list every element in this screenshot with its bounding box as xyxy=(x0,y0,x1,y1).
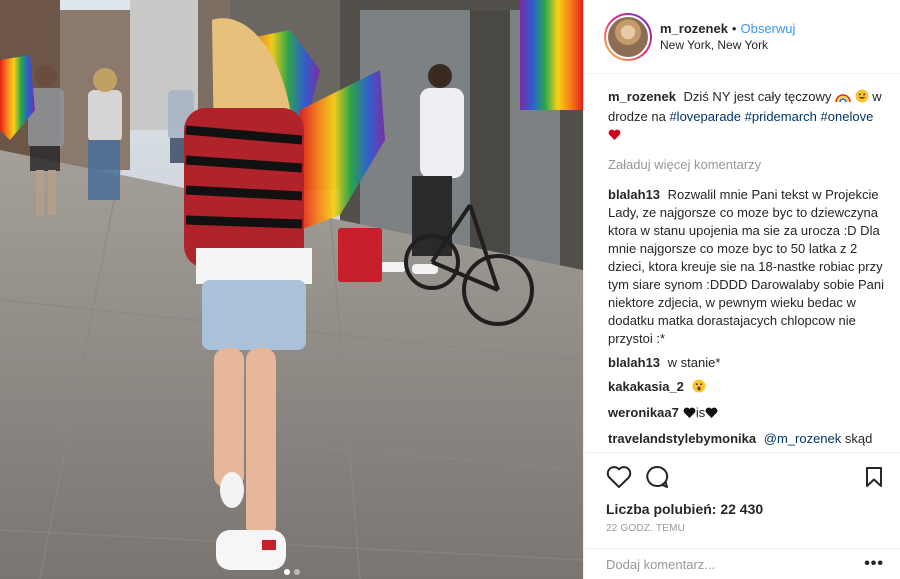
comment-username[interactable]: weronikaa7 xyxy=(608,405,679,420)
post-timestamp[interactable]: 22 GODZ. TEMU xyxy=(606,523,884,534)
comment-username[interactable]: blalah13 xyxy=(608,355,660,370)
hashtag-link[interactable]: #onelove xyxy=(821,109,874,124)
likes-count: 22 430 xyxy=(720,501,764,517)
post-sidebar: m_rozenek • Obserwuj New York, New York … xyxy=(583,0,900,579)
caption: m_rozenek Dziś NY jest cały tęczowy w dr… xyxy=(608,88,884,146)
comments-section: m_rozenek Dziś NY jest cały tęczowy w dr… xyxy=(584,74,900,452)
comment-text: Rozwalil mnie Pani tekst w Projekcie Lad… xyxy=(608,187,884,346)
follow-button[interactable]: Obserwuj xyxy=(740,20,795,37)
comment-username[interactable]: kakakasia_2 xyxy=(608,379,684,394)
instagram-post: m_rozenek • Obserwuj New York, New York … xyxy=(0,0,900,579)
carousel-dot-2[interactable] xyxy=(293,569,300,575)
load-more-comments-button[interactable]: Załaduj więcej komentarzy xyxy=(608,156,884,174)
more-options-icon[interactable]: ••• xyxy=(864,555,884,573)
carousel-dots xyxy=(0,569,583,575)
header-separator: • xyxy=(731,20,737,36)
avatar[interactable] xyxy=(606,14,650,59)
black-heart-emoji-icon xyxy=(705,406,718,424)
hashtag-link[interactable]: #pridemarch xyxy=(745,109,817,124)
add-comment-input[interactable] xyxy=(606,556,865,572)
comment-item: travelandstylebymonika @m_rozenek skąd xyxy=(608,430,884,448)
post-header: m_rozenek • Obserwuj New York, New York xyxy=(584,0,900,74)
header-username[interactable]: m_rozenek xyxy=(660,20,728,37)
avatar-story-ring[interactable] xyxy=(604,12,652,61)
location-link[interactable]: New York, New York xyxy=(660,37,795,54)
red-heart-emoji-icon xyxy=(608,128,621,146)
carousel-dot-1[interactable] xyxy=(283,569,290,575)
likes-summary[interactable]: Liczba polubień: 22 430 xyxy=(606,501,884,517)
comment-text: is xyxy=(695,405,706,420)
comment-item: blalah13 w stanie* xyxy=(608,354,884,372)
street-photo-illustration xyxy=(0,0,583,579)
comment-text: skąd xyxy=(844,431,873,446)
black-heart-emoji-icon xyxy=(683,406,696,424)
surprised-emoji-icon xyxy=(692,379,706,398)
comment-mention-link[interactable]: @m_rozenek xyxy=(764,431,842,446)
add-comment-bar: ••• xyxy=(584,548,900,579)
heart-icon[interactable] xyxy=(606,465,632,489)
caption-text-start: Dziś NY jest cały tęczowy xyxy=(683,89,832,104)
rainbow-emoji-icon xyxy=(835,90,851,108)
caption-username[interactable]: m_rozenek xyxy=(608,89,676,104)
comment-icon[interactable] xyxy=(644,465,670,489)
likes-label: Liczba polubień: xyxy=(606,501,717,517)
grinning-emoji-icon xyxy=(855,89,869,108)
comment-item: weronikaa7 is xyxy=(608,404,884,424)
comment-text: w stanie* xyxy=(667,355,721,370)
comment-username[interactable]: travelandstylebymonika xyxy=(608,431,756,446)
hashtag-link[interactable]: #loveparade xyxy=(669,109,741,124)
post-photo[interactable] xyxy=(0,0,583,579)
bookmark-icon[interactable] xyxy=(864,466,884,488)
action-icons xyxy=(606,461,884,493)
comment-username[interactable]: blalah13 xyxy=(608,187,660,202)
comment-item: blalah13 Rozwalil mnie Pani tekst w Proj… xyxy=(608,186,884,348)
post-actions: Liczba polubień: 22 430 22 GODZ. TEMU xyxy=(584,452,900,534)
header-text: m_rozenek • Obserwuj New York, New York xyxy=(660,20,795,54)
comment-item: kakakasia_2 xyxy=(608,378,884,398)
